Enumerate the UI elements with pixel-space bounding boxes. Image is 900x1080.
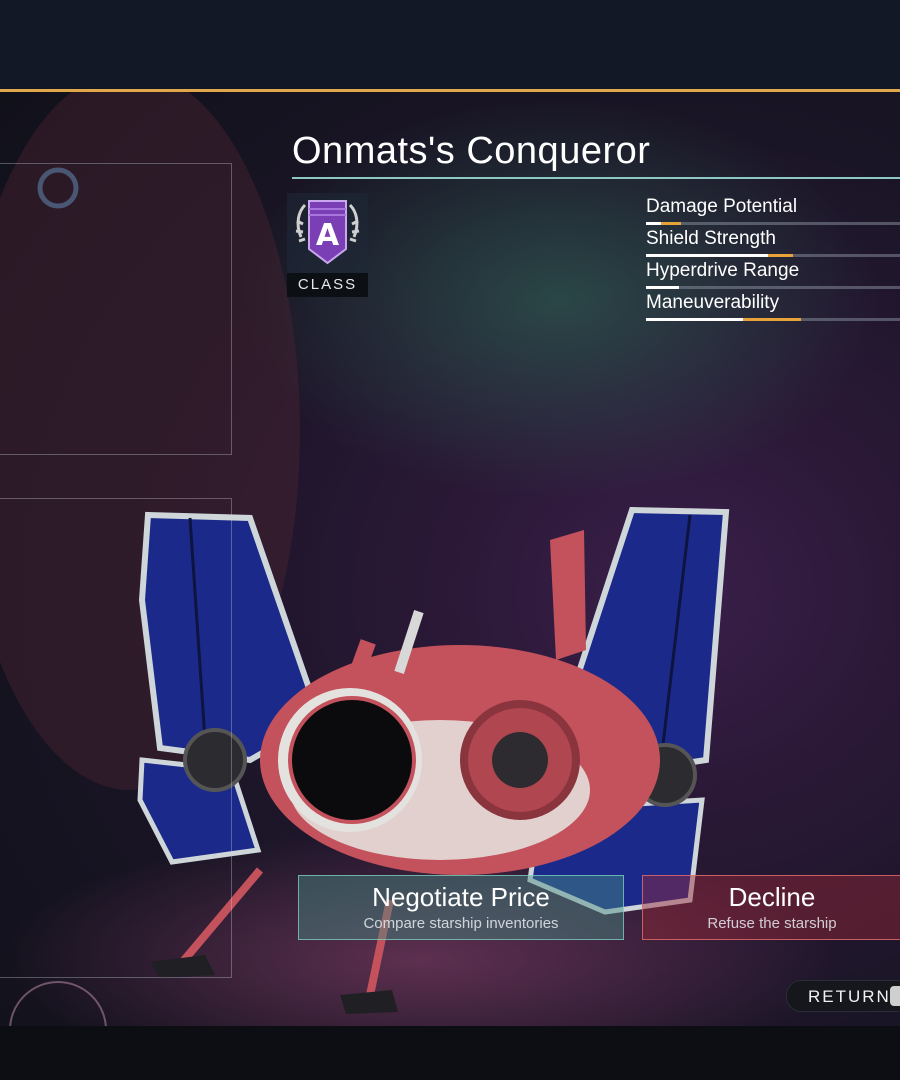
- stat-bar-base: [646, 318, 743, 321]
- stat-bar-base: [646, 222, 661, 225]
- return-button[interactable]: RETURN: [786, 980, 900, 1012]
- stat-bar-base: [646, 286, 679, 289]
- stat-bar-base: [646, 254, 768, 257]
- return-label: RETURN: [808, 987, 891, 1006]
- stat-label: Shield Strength: [646, 228, 776, 249]
- stats-panel: Damage Potential Shield Strength Hyperdr…: [646, 196, 900, 324]
- left-panel-frame-top: [0, 163, 232, 455]
- stat-bar: [646, 254, 900, 257]
- ship-name: Onmats's Conqueror: [292, 130, 651, 172]
- stat-bar-bonus: [661, 222, 681, 225]
- left-panel-frame-bottom: [0, 498, 232, 978]
- header-divider: [0, 89, 900, 92]
- stat-label: Damage Potential: [646, 196, 798, 217]
- stat-damage-potential: Damage Potential: [646, 196, 900, 228]
- class-emblem-icon: A: [295, 200, 360, 265]
- negotiate-price-button[interactable]: Negotiate Price Compare starship invento…: [298, 875, 624, 940]
- decline-button[interactable]: Decline Refuse the starship: [642, 875, 900, 940]
- stat-bar: [646, 222, 900, 225]
- stat-label: Maneuverability: [646, 292, 780, 313]
- bottom-bar: [0, 1026, 900, 1080]
- stat-hyperdrive-range: Hyperdrive Range: [646, 260, 900, 292]
- negotiate-label: Negotiate Price: [372, 882, 550, 912]
- class-badge: A CLASS: [287, 193, 368, 297]
- top-bar: [0, 0, 900, 90]
- stat-maneuverability: Maneuverability: [646, 292, 900, 324]
- stat-label: Hyperdrive Range: [646, 260, 800, 281]
- stat-bar-bonus: [743, 318, 801, 321]
- negotiate-subtitle: Compare starship inventories: [363, 915, 559, 932]
- stat-bar-bonus: [768, 254, 793, 257]
- stat-shield-strength: Shield Strength: [646, 228, 900, 260]
- decline-label: Decline: [728, 882, 816, 912]
- class-grade: A: [316, 218, 340, 253]
- class-label: CLASS: [287, 273, 368, 297]
- stat-bar: [646, 318, 900, 321]
- title-underline: [292, 177, 900, 179]
- decline-subtitle: Refuse the starship: [707, 915, 837, 932]
- controller-button-icon: [890, 986, 900, 1006]
- stat-bar: [646, 286, 900, 289]
